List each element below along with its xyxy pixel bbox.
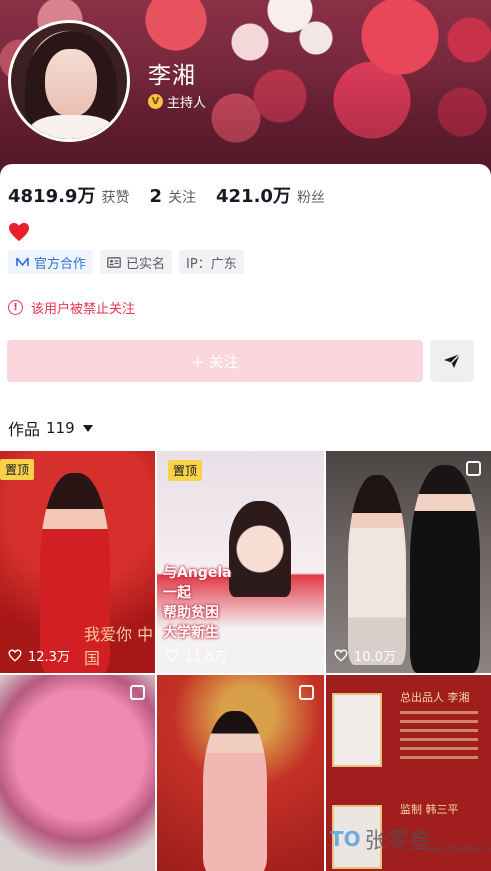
stat-followers[interactable]: 421.0万 粉丝 — [216, 182, 325, 208]
thumbnail-figure — [229, 501, 291, 597]
follow-banned-notice: ! 该用户被禁止关注 — [8, 298, 135, 317]
stat-likes[interactable]: 4819.9万 获赞 — [8, 182, 129, 208]
stat-value: 421.0万 — [216, 186, 291, 207]
send-icon — [444, 353, 461, 368]
heart-outline-icon — [8, 649, 22, 662]
stat-value: 4819.9万 — [8, 186, 96, 207]
heart-outline-icon — [334, 649, 348, 662]
pinned-badge: 置顶 — [168, 460, 203, 481]
watermark: TO 张零叁 www.703804.com — [330, 823, 491, 855]
video-thumbnail[interactable]: 10.0万 — [326, 451, 491, 673]
likes-value: 12.3万 — [28, 650, 70, 665]
video-thumbnail[interactable] — [0, 675, 155, 871]
profile-name: 李湘 — [148, 63, 196, 89]
pinned-badge: 置顶 — [0, 459, 35, 480]
heart-icon — [9, 222, 29, 242]
profile-sheet: 4819.9万 获赞 2 关注 421.0万 粉丝 官方合作 已实名 IP：广东… — [0, 164, 491, 871]
warning-icon: ! — [8, 300, 23, 315]
official-cooperation-icon — [15, 255, 29, 269]
tags-row: 官方合作 已实名 IP：广东 — [8, 250, 244, 274]
works-count: 119 — [46, 419, 75, 437]
overlay-line: 帮助贫困 — [163, 605, 219, 621]
overlay-line: 与Angela — [163, 565, 232, 581]
avatar[interactable] — [8, 20, 130, 142]
video-thumbnail[interactable] — [157, 675, 324, 871]
thumbnail-figure — [348, 475, 406, 665]
thumbnail-title: 监制 韩三平 — [400, 803, 459, 816]
verification-row: V 主持人 — [148, 92, 206, 111]
stat-following[interactable]: 2 关注 — [149, 186, 196, 207]
stat-label: 关注 — [168, 190, 196, 206]
watermark-logo-icon: TO — [330, 827, 361, 851]
works-tab[interactable]: 作品 119 — [8, 416, 93, 440]
credit-lines — [400, 711, 478, 765]
stat-label: 获赞 — [101, 190, 130, 206]
share-button[interactable] — [430, 340, 474, 382]
likes-value: 11.8万 — [185, 650, 227, 665]
stat-value: 2 — [149, 186, 162, 207]
overlay-line: 大学新生 — [163, 625, 219, 641]
thumbnail-title: 总出品人 李湘 — [400, 691, 470, 704]
tag-official-cooperation[interactable]: 官方合作 — [8, 250, 94, 274]
avatar-shirt — [29, 115, 115, 139]
tag-label: 已实名 — [126, 256, 166, 272]
thumbnail-portrait — [332, 693, 382, 767]
stats-row: 4819.9万 获赞 2 关注 421.0万 粉丝 — [8, 182, 345, 208]
multi-image-icon — [466, 461, 481, 476]
follow-button[interactable]: + 关注 — [7, 340, 423, 382]
notice-text: 该用户被禁止关注 — [31, 302, 136, 317]
tag-real-name[interactable]: 已实名 — [100, 250, 173, 274]
thumbnail-figure — [203, 711, 267, 871]
thumbnail-overlay-text: 与Angela 一起 帮助贫困 大学新生 — [163, 563, 232, 643]
avatar-face — [45, 49, 97, 117]
likes-value: 10.0万 — [354, 650, 396, 665]
watermark-text: 张零叁 — [364, 829, 431, 854]
multi-image-icon — [130, 685, 145, 700]
tag-ip-location: IP：广东 — [179, 250, 244, 274]
likes-count: 10.0万 — [334, 646, 396, 665]
multi-image-icon — [299, 685, 314, 700]
heart-outline-icon — [165, 649, 179, 662]
thumbnail-figure — [410, 465, 480, 673]
tag-label: IP：广东 — [186, 256, 237, 272]
tag-label: 官方合作 — [34, 256, 87, 272]
watermark-url: www.703804.com — [422, 845, 491, 855]
verified-icon: V — [148, 94, 163, 109]
works-label: 作品 — [8, 420, 41, 439]
overlay-line: 一起 — [163, 585, 191, 601]
stat-label: 粉丝 — [296, 190, 325, 206]
video-thumbnail[interactable]: 置顶 我爱你 中国 12.3万 — [0, 451, 155, 673]
caret-down-icon — [82, 424, 93, 432]
likes-count: 12.3万 — [8, 646, 70, 665]
video-thumbnail[interactable]: 置顶 与Angela 一起 帮助贫困 大学新生 11.8万 — [157, 451, 324, 673]
verification-label: 主持人 — [167, 96, 207, 111]
likes-count: 11.8万 — [165, 646, 227, 665]
id-card-icon — [107, 255, 121, 269]
thumbnail-caption: 我爱你 中国 — [84, 625, 154, 668]
